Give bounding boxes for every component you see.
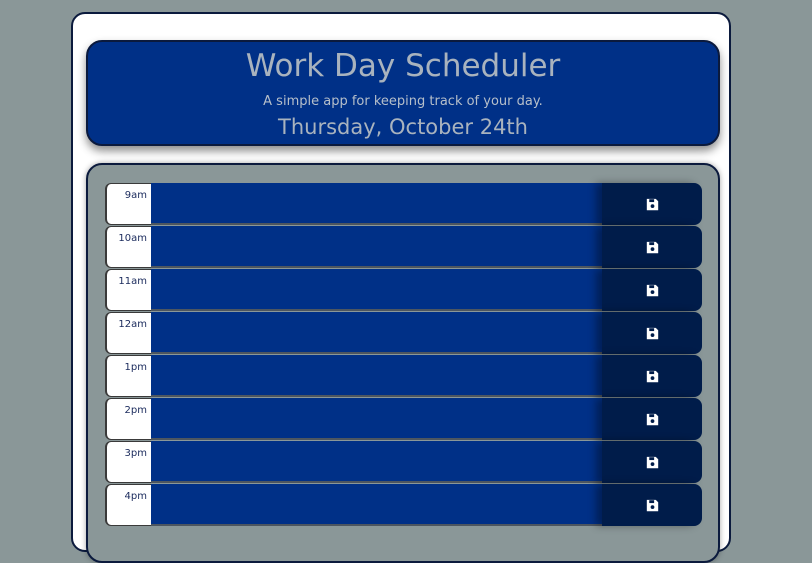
event-description-input[interactable] — [151, 183, 602, 225]
app-container: Work Day Scheduler A simple app for keep… — [71, 12, 731, 563]
floppy-disk-icon — [646, 456, 659, 469]
event-description-input[interactable] — [151, 355, 602, 397]
event-description-input[interactable] — [151, 226, 602, 268]
event-description-input[interactable] — [151, 441, 602, 483]
floppy-disk-icon — [646, 499, 659, 512]
time-block-row: 2pm — [105, 398, 702, 440]
time-block-row: 12am — [105, 312, 702, 354]
hour-label: 3pm — [105, 441, 151, 483]
time-block-row: 1pm — [105, 355, 702, 397]
floppy-disk-icon — [646, 284, 659, 297]
time-block-row: 3pm — [105, 441, 702, 483]
save-button[interactable] — [602, 484, 702, 526]
hour-label: 12am — [105, 312, 151, 354]
time-block-row: 10am — [105, 226, 702, 268]
save-button[interactable] — [602, 226, 702, 268]
event-description-input[interactable] — [151, 484, 602, 526]
hour-label: 2pm — [105, 398, 151, 440]
floppy-disk-icon — [646, 370, 659, 383]
save-button[interactable] — [602, 269, 702, 311]
hour-label: 4pm — [105, 484, 151, 526]
hour-label: 10am — [105, 226, 151, 268]
event-description-input[interactable] — [151, 398, 602, 440]
save-button[interactable] — [602, 355, 702, 397]
save-button[interactable] — [602, 312, 702, 354]
hour-label: 1pm — [105, 355, 151, 397]
time-block-row: 4pm — [105, 484, 702, 526]
floppy-disk-icon — [646, 413, 659, 426]
save-button[interactable] — [602, 398, 702, 440]
jumbotron-header: Work Day Scheduler A simple app for keep… — [86, 40, 720, 146]
time-block-row: 9am — [105, 183, 702, 225]
page-subtitle: A simple app for keeping track of your d… — [263, 94, 543, 109]
save-button[interactable] — [602, 441, 702, 483]
current-date: Thursday, October 24th — [278, 115, 528, 139]
floppy-disk-icon — [646, 327, 659, 340]
time-block-row: 11am — [105, 269, 702, 311]
schedule-container: 9am 10am 11am 12am 1pm 2pm 3pm 4pm — [86, 163, 720, 563]
floppy-disk-icon — [646, 241, 659, 254]
page-title: Work Day Scheduler — [245, 48, 561, 84]
save-button[interactable] — [602, 183, 702, 225]
hour-label: 9am — [105, 183, 151, 225]
event-description-input[interactable] — [151, 312, 602, 354]
floppy-disk-icon — [646, 198, 659, 211]
event-description-input[interactable] — [151, 269, 602, 311]
hour-label: 11am — [105, 269, 151, 311]
